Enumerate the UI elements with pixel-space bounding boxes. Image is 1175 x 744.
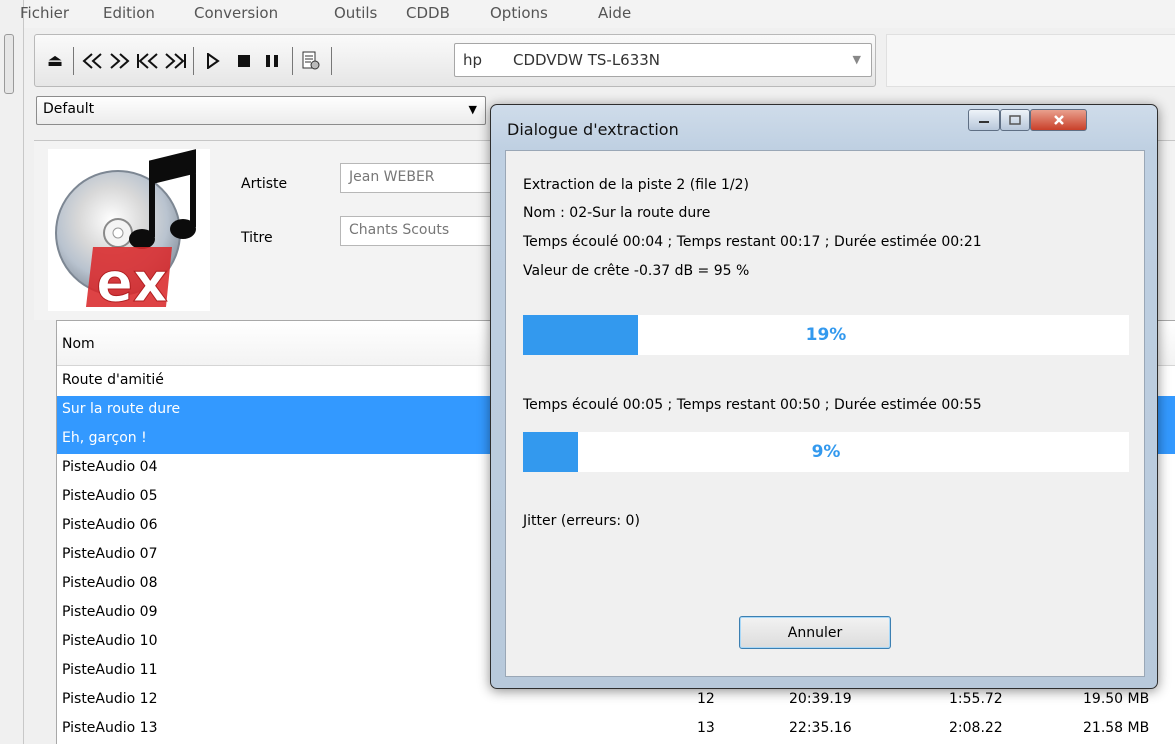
chevron-down-icon: ▼ (852, 53, 861, 66)
track-name: PisteAudio 08 (62, 575, 158, 591)
drive-select[interactable]: hp CDDVDW TS-L633N ▼ (454, 43, 872, 77)
track-name: PisteAudio 10 (62, 633, 158, 649)
track-name: Route d'amitié (62, 372, 164, 388)
menu-aide[interactable]: Aide (598, 4, 631, 22)
menu-options[interactable]: Options (490, 4, 548, 22)
total-time-line: Temps écoulé 00:05 ; Temps restant 00:50… (523, 397, 982, 413)
total-progress-label: 9% (811, 442, 841, 462)
toolbar-separator (292, 47, 293, 75)
menu-bar: Fichier Edition Conversion Outils CDDB O… (20, 0, 1175, 28)
track-name: PisteAudio 07 (62, 546, 158, 562)
track-name: Eh, garçon ! (62, 430, 147, 446)
track-start: 20:39.19 (789, 691, 852, 707)
track-number: 13 (697, 720, 715, 736)
title-value: Chants Scouts (349, 222, 450, 238)
artist-value: Jean WEBER (349, 169, 435, 185)
eac-main-window: Fichier Edition Conversion Outils CDDB O… (20, 0, 1175, 744)
cd-ex-logo: ex (48, 149, 210, 315)
menu-outils[interactable]: Outils (334, 4, 377, 22)
jitter-line: Jitter (erreurs: 0) (523, 513, 640, 529)
track-name: PisteAudio 11 (62, 662, 158, 678)
track-row[interactable]: PisteAudio 12 12 20:39.19 1:55.72 19.50 MB (57, 686, 1175, 715)
toolbar-empty-area (886, 34, 1175, 87)
toolbar-separator (193, 47, 194, 75)
track-size: 21.58 MB (1083, 720, 1150, 736)
peak-level-line: Valeur de crête -0.37 dB = 95 % (523, 263, 750, 279)
track-duration: 1:55.72 (949, 691, 1003, 707)
previous-track-icon[interactable] (136, 47, 160, 75)
track-progress-label: 19% (805, 325, 847, 345)
menu-conversion[interactable]: Conversion (194, 4, 278, 22)
next-track-icon[interactable] (163, 47, 187, 75)
extraction-dialog: Dialogue d'extraction Extraction de la p… (490, 104, 1158, 689)
artist-field[interactable]: Jean WEBER (340, 163, 500, 193)
track-progress-bar: 19% (523, 315, 1129, 355)
close-icon[interactable] (1030, 109, 1087, 131)
left-window-edge (0, 0, 24, 744)
track-name: PisteAudio 06 (62, 517, 158, 533)
toolbar-separator (331, 47, 332, 75)
track-number: 12 (697, 691, 715, 707)
toolbar: ⏏ hp CDDVDW TS-L633N ▼ (34, 34, 876, 87)
column-header-name-label: Nom (62, 336, 95, 352)
fast-forward-icon[interactable] (107, 47, 131, 75)
stop-icon[interactable] (232, 47, 256, 75)
track-name: PisteAudio 09 (62, 604, 158, 620)
toolbar-separator (73, 47, 74, 75)
title-label: Titre (241, 230, 273, 246)
extraction-name-line: Nom : 02-Sur la route dure (523, 205, 711, 221)
track-name: Sur la route dure (62, 401, 181, 417)
profile-select[interactable]: Default ▼ (36, 96, 486, 125)
track-start: 22:35.16 (789, 720, 852, 736)
drive-vendor: hp (463, 51, 483, 69)
rewind-icon[interactable] (81, 47, 105, 75)
dialog-body: Extraction de la piste 2 (file 1/2) Nom … (505, 150, 1145, 677)
track-name: PisteAudio 12 (62, 691, 158, 707)
cddb-query-icon[interactable] (299, 47, 323, 75)
svg-text:ex: ex (96, 251, 168, 311)
track-duration: 2:08.22 (949, 720, 1003, 736)
dialog-title: Dialogue d'extraction (507, 120, 679, 139)
track-name: PisteAudio 13 (62, 720, 158, 736)
menu-cddb[interactable]: CDDB (406, 4, 450, 22)
play-icon[interactable] (201, 47, 225, 75)
extraction-track-line: Extraction de la piste 2 (file 1/2) (523, 177, 749, 193)
total-progress-bar: 9% (523, 432, 1129, 472)
track-time-line: Temps écoulé 00:04 ; Temps restant 00:17… (523, 234, 982, 250)
pause-icon[interactable] (260, 47, 284, 75)
artist-label: Artiste (241, 176, 288, 192)
track-name: PisteAudio 05 (62, 488, 158, 504)
menu-edition[interactable]: Edition (103, 4, 155, 22)
maximize-icon[interactable] (1000, 109, 1030, 131)
cancel-button[interactable]: Annuler (739, 616, 891, 649)
profile-value: Default (43, 101, 95, 117)
menu-fichier[interactable]: Fichier (20, 4, 69, 22)
eject-icon[interactable]: ⏏ (43, 47, 67, 75)
track-name: PisteAudio 04 (62, 459, 158, 475)
window-resize-handle[interactable] (4, 34, 14, 94)
minimize-icon[interactable] (968, 109, 1000, 131)
track-row[interactable]: PisteAudio 13 13 22:35.16 2:08.22 21.58 MB (57, 715, 1175, 744)
chevron-down-icon: ▼ (468, 103, 477, 116)
track-size: 19.50 MB (1083, 691, 1150, 707)
title-field[interactable]: Chants Scouts (340, 216, 500, 246)
drive-name: CDDVDW TS-L633N (513, 51, 661, 69)
